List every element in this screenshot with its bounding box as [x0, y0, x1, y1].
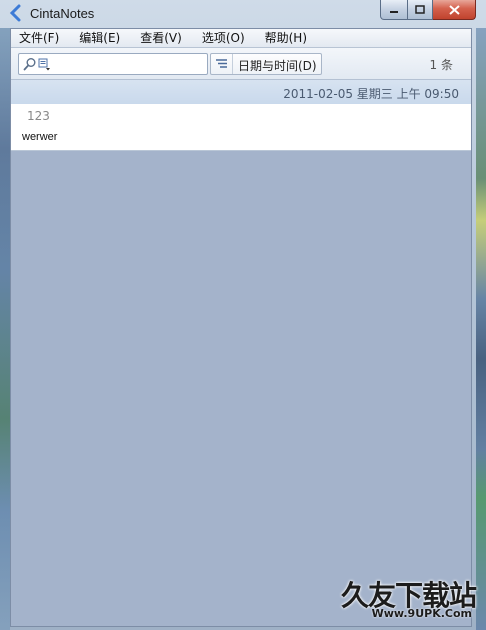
close-icon: [448, 4, 460, 15]
minimize-button[interactable]: [380, 0, 408, 20]
menu-options[interactable]: 选项(O): [194, 29, 253, 47]
sort-button[interactable]: 日期与时间(D): [210, 53, 322, 75]
watermark-url: Www.9UPK.Com: [371, 607, 472, 620]
note-header: 2011-02-05 星期三 上午 09:50: [11, 80, 471, 104]
maximize-button[interactable]: [408, 0, 433, 20]
menu-edit[interactable]: 编辑(E): [71, 29, 128, 47]
note-count: 1 条: [429, 58, 453, 72]
note-text: werwer: [22, 131, 58, 143]
menu-view[interactable]: 查看(V): [132, 29, 190, 47]
menu-bar: 文件(F) 编辑(E) 查看(V) 选项(O) 帮助(H): [11, 29, 471, 48]
maximize-icon: [415, 5, 425, 14]
sort-label: 日期与时间(D): [238, 59, 317, 73]
sort-separator: [232, 54, 233, 74]
note-body[interactable]: 123 werwer: [11, 104, 471, 151]
search-icon: [23, 58, 36, 71]
main-client-area: 文件(F) 编辑(E) 查看(V) 选项(O) 帮助(H) 日期与时间(D) 1…: [10, 28, 472, 627]
sort-icon: [216, 59, 227, 68]
close-button[interactable]: [433, 0, 476, 20]
menu-help[interactable]: 帮助(H): [257, 29, 315, 47]
window-frame: CintaNotes 文件(F) 编辑(E) 查看(V) 选项(O) 帮助(H): [0, 0, 486, 630]
search-input[interactable]: [18, 53, 208, 75]
window-controls: [380, 0, 476, 20]
minimize-icon: [390, 10, 398, 13]
note-title: 123: [27, 109, 50, 123]
window-title: CintaNotes: [30, 6, 95, 21]
window-border-right: [476, 28, 486, 630]
toolbar: 日期与时间(D) 1 条: [11, 48, 471, 80]
menu-file[interactable]: 文件(F): [11, 29, 67, 47]
search-mode-dropdown-icon[interactable]: [38, 58, 51, 71]
note-date: 2011-02-05 星期三 上午 09:50: [283, 87, 459, 101]
app-logo-icon: [9, 4, 21, 22]
window-border-left: [0, 28, 10, 630]
title-bar[interactable]: CintaNotes: [0, 0, 486, 28]
list-item[interactable]: 2011-02-05 星期三 上午 09:50 123 werwer: [11, 80, 471, 151]
watermark: 久友下载站 Www.9UPK.Com: [334, 574, 477, 626]
